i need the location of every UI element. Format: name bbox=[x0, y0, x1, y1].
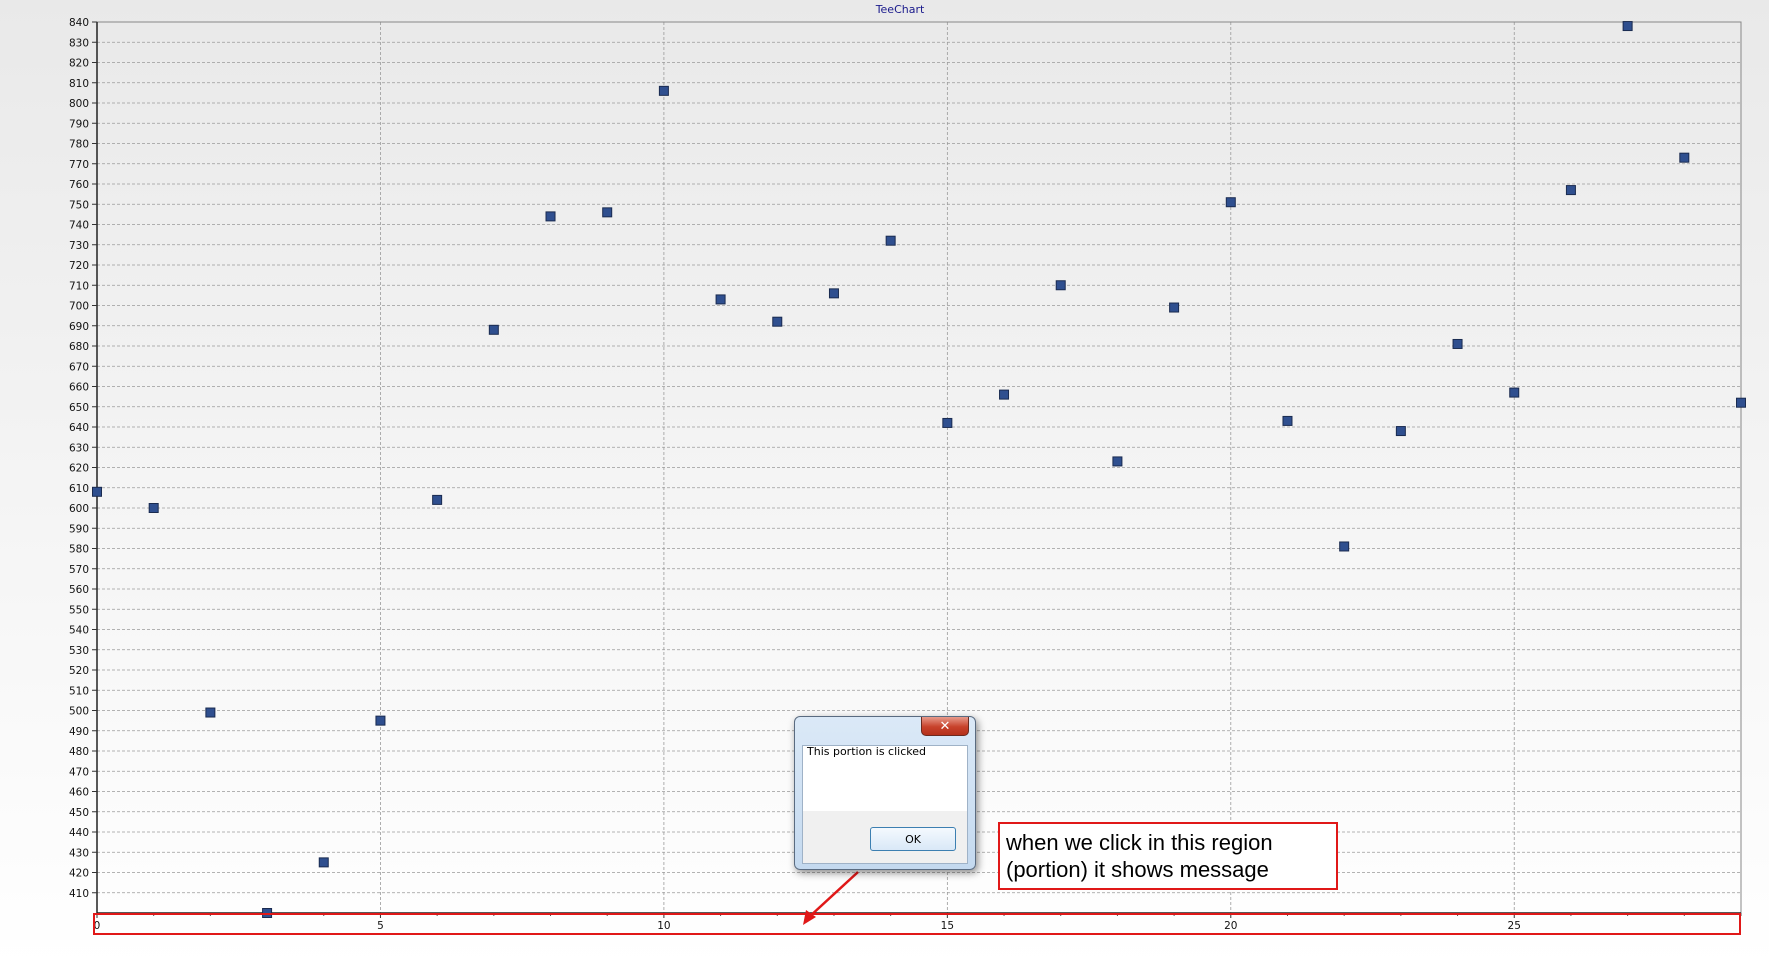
y-tick-label: 610 bbox=[69, 483, 89, 495]
y-tick-label: 820 bbox=[69, 58, 89, 70]
y-tick-label: 700 bbox=[69, 301, 89, 313]
dialog-message: This portion is clicked bbox=[807, 745, 926, 758]
y-tick-label: 720 bbox=[69, 260, 89, 272]
y-tick-label: 630 bbox=[69, 442, 89, 454]
y-tick-label: 580 bbox=[69, 544, 89, 556]
annotation-line-1: when we click in this region bbox=[1006, 830, 1273, 855]
data-point bbox=[1509, 387, 1520, 398]
y-tick-label: 640 bbox=[69, 422, 89, 434]
y-tick-label: 410 bbox=[69, 888, 89, 900]
data-point bbox=[1395, 426, 1406, 437]
y-tick-label: 780 bbox=[69, 139, 89, 151]
y-tick-label: 840 bbox=[69, 17, 89, 29]
data-point bbox=[942, 417, 953, 428]
y-tick-label: 760 bbox=[69, 179, 89, 191]
y-tick-label: 450 bbox=[69, 807, 89, 819]
y-tick-label: 680 bbox=[69, 341, 89, 353]
data-point bbox=[1679, 152, 1690, 163]
y-tick-label: 740 bbox=[69, 220, 89, 232]
data-point bbox=[1282, 415, 1293, 426]
y-tick-label: 510 bbox=[69, 685, 89, 697]
y-tick-label: 590 bbox=[69, 523, 89, 535]
y-tick-label: 460 bbox=[69, 787, 89, 799]
y-tick-label: 430 bbox=[69, 847, 89, 859]
data-point bbox=[1565, 185, 1576, 196]
y-tick-label: 470 bbox=[69, 766, 89, 778]
annotation-callout: when we click in this region (portion) i… bbox=[998, 822, 1338, 890]
y-tick-label: 800 bbox=[69, 98, 89, 110]
data-point bbox=[148, 503, 159, 513]
data-point bbox=[828, 288, 839, 299]
y-tick-label: 480 bbox=[69, 746, 89, 758]
y-tick-label: 810 bbox=[69, 78, 89, 90]
y-tick-label: 790 bbox=[69, 118, 89, 130]
data-point bbox=[545, 211, 556, 222]
y-tick-label: 830 bbox=[69, 37, 89, 49]
y-tick-label: 660 bbox=[69, 382, 89, 394]
y-tick-label: 530 bbox=[69, 645, 89, 657]
data-point bbox=[432, 494, 443, 505]
data-point bbox=[999, 389, 1010, 400]
annotation-line-2: (portion) it shows message bbox=[1006, 857, 1269, 882]
y-tick-label: 770 bbox=[69, 159, 89, 171]
y-tick-label: 620 bbox=[69, 463, 89, 475]
y-tick-label: 500 bbox=[69, 706, 89, 718]
y-tick-label: 560 bbox=[69, 584, 89, 596]
highlighted-axis-region bbox=[93, 913, 1741, 935]
y-tick-label: 670 bbox=[69, 361, 89, 373]
y-tick-label: 570 bbox=[69, 564, 89, 576]
data-point bbox=[1736, 397, 1746, 408]
y-tick-label: 710 bbox=[69, 280, 89, 292]
data-point bbox=[715, 294, 726, 305]
data-point bbox=[1452, 338, 1463, 349]
y-tick-label: 750 bbox=[69, 199, 89, 211]
y-tick-label: 650 bbox=[69, 402, 89, 414]
data-point bbox=[205, 707, 216, 718]
data-point bbox=[772, 316, 783, 327]
y-tick-label: 420 bbox=[69, 868, 89, 880]
ok-button[interactable]: OK bbox=[870, 827, 956, 851]
data-point bbox=[1622, 21, 1633, 32]
message-dialog: ✕ This portion is clicked OK bbox=[794, 716, 976, 870]
data-point bbox=[1339, 541, 1350, 552]
y-tick-label: 730 bbox=[69, 240, 89, 252]
dialog-close-button[interactable]: ✕ bbox=[921, 717, 969, 736]
data-point bbox=[885, 235, 896, 246]
data-point bbox=[1055, 280, 1066, 291]
y-tick-label: 520 bbox=[69, 665, 89, 677]
data-point bbox=[658, 85, 669, 96]
y-tick-label: 440 bbox=[69, 827, 89, 839]
data-point bbox=[1169, 302, 1180, 313]
data-point bbox=[602, 207, 613, 218]
y-tick-label: 490 bbox=[69, 726, 89, 738]
chart-title: TeeChart bbox=[875, 3, 925, 16]
data-point bbox=[318, 857, 329, 868]
data-point bbox=[375, 715, 386, 726]
data-point bbox=[92, 486, 102, 497]
data-point bbox=[488, 324, 499, 335]
data-point bbox=[1225, 197, 1236, 208]
data-point bbox=[1112, 456, 1123, 467]
y-tick-label: 540 bbox=[69, 625, 89, 637]
y-tick-label: 550 bbox=[69, 604, 89, 616]
y-tick-label: 690 bbox=[69, 321, 89, 333]
y-tick-label: 600 bbox=[69, 503, 89, 515]
